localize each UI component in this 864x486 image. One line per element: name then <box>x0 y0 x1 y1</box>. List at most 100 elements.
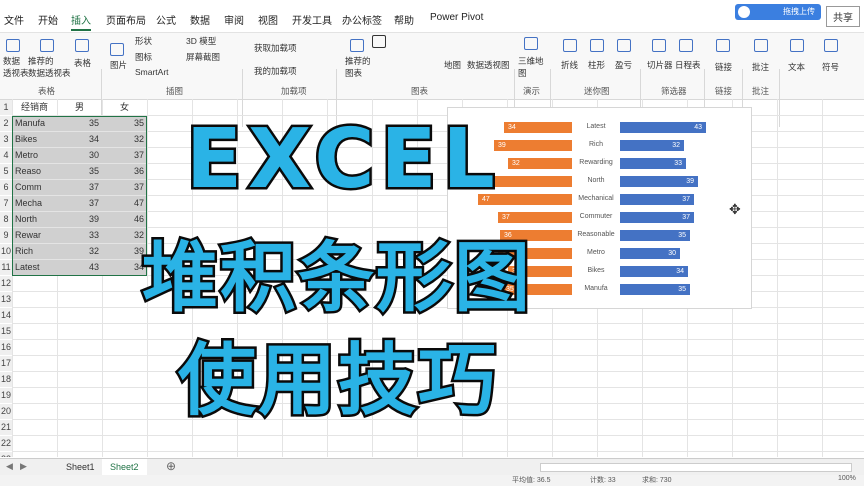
slicer-icon <box>652 39 666 52</box>
overlay-title-excel: EXCEL <box>184 110 501 210</box>
header-cell[interactable]: 女 <box>102 100 147 115</box>
ribbon-tab-3[interactable]: 页面布局 <box>106 12 146 27</box>
row-header[interactable]: 23 <box>0 452 12 457</box>
sparkline-line-icon <box>563 39 577 52</box>
recommended-chart-button[interactable]: 推荐的 图表 <box>345 55 371 79</box>
bar-right-series[interactable]: 37 <box>620 194 694 205</box>
group-label-charts: 图表 <box>411 86 429 96</box>
sheet-tab-1[interactable]: Sheet1 <box>58 459 103 475</box>
bar-right-series[interactable]: 35 <box>620 230 690 241</box>
slicer-button[interactable]: 切片器 <box>647 59 673 71</box>
row-header[interactable]: 6 <box>0 180 12 195</box>
map-chart-button[interactable]: 地图 <box>444 59 461 71</box>
my-addins-button[interactable]: 我的加载项 <box>254 65 297 77</box>
timeline-button[interactable]: 日程表 <box>675 59 701 71</box>
ribbon-tab-9[interactable]: 办公标签 <box>342 12 382 27</box>
get-addins-button[interactable]: 获取加载项 <box>254 42 297 54</box>
row-header[interactable]: 18 <box>0 372 12 387</box>
bar-right-series[interactable]: 30 <box>620 248 680 259</box>
smartart-button[interactable]: SmartArt <box>135 67 169 77</box>
recommended-chart-icon <box>350 39 364 52</box>
picture-icon <box>110 43 124 56</box>
row-header[interactable]: 21 <box>0 420 12 435</box>
row-header[interactable]: 17 <box>0 356 12 371</box>
ribbon-tab-6[interactable]: 审阅 <box>224 12 244 27</box>
group-label-tours: 演示 <box>523 86 541 96</box>
sparkline-line-button[interactable]: 折线 <box>561 59 578 71</box>
bar-left-series[interactable]: 32 <box>508 158 572 169</box>
ribbon-tab-8[interactable]: 开发工具 <box>292 12 332 27</box>
add-sheet-icon[interactable]: ⊕ <box>166 459 176 473</box>
row-header[interactable]: 15 <box>0 324 12 339</box>
row-header[interactable]: 8 <box>0 212 12 227</box>
picture-button[interactable]: 图片 <box>110 59 127 71</box>
row-header[interactable]: 12 <box>0 276 12 291</box>
row-header[interactable]: 3 <box>0 132 12 147</box>
bar-left-series[interactable]: 34 <box>504 122 572 133</box>
ribbon-tab-4[interactable]: 公式 <box>156 12 176 27</box>
screenshot-button[interactable]: 屏幕截图 <box>186 51 220 63</box>
table-button[interactable]: 表格 <box>74 57 91 69</box>
header-cell[interactable]: 经销商 <box>12 100 57 115</box>
sparkline-column-button[interactable]: 柱形 <box>588 59 605 71</box>
pivot-table-button[interactable]: 数据 透视表 <box>3 55 29 79</box>
ribbon-tab-10[interactable]: 帮助 <box>394 12 414 27</box>
status-sum: 求和: 730 <box>642 477 672 484</box>
sparkline-winloss-button[interactable]: 盈亏 <box>615 59 632 71</box>
bar-right-series[interactable]: 33 <box>620 158 686 169</box>
group-label-comments: 批注 <box>752 86 770 96</box>
share-button[interactable]: 共享 <box>826 6 860 27</box>
shape-button[interactable]: 形状 <box>135 35 152 47</box>
status-zoom[interactable]: 100% <box>838 475 856 482</box>
bar-left-series[interactable]: 39 <box>494 140 572 151</box>
row-header[interactable]: 22 <box>0 436 12 451</box>
ribbon-tab-11[interactable]: Power Pivot <box>430 12 483 23</box>
recommended-pivot-button[interactable]: 推荐的 数据透视表 <box>28 55 71 79</box>
ribbon-tab-7[interactable]: 视图 <box>258 12 278 27</box>
row-header[interactable]: 16 <box>0 340 12 355</box>
row-header[interactable]: 10 <box>0 244 12 259</box>
overlay-title-chart: 堆积条形图 <box>140 231 533 325</box>
3d-map-button[interactable]: 三维地 图 <box>518 55 544 79</box>
upload-button[interactable]: 拖拽上传 <box>735 4 821 20</box>
row-header[interactable]: 13 <box>0 292 12 307</box>
bar-chart-icon[interactable] <box>372 35 386 48</box>
category-label: Latest <box>586 123 606 130</box>
bar-right-series[interactable]: 34 <box>620 266 688 277</box>
row-header[interactable]: 11 <box>0 260 12 275</box>
row-header[interactable]: 1 <box>0 100 12 115</box>
bar-right-series[interactable]: 37 <box>620 212 694 223</box>
ribbon-tab-5[interactable]: 数据 <box>190 12 210 27</box>
scroll-right-icon[interactable]: ▶ <box>20 461 27 472</box>
link-button[interactable]: 链接 <box>715 61 732 73</box>
symbol-button[interactable]: 符号 <box>822 61 839 73</box>
bar-right-series[interactable]: 35 <box>620 284 690 295</box>
horizontal-scrollbar[interactable] <box>540 463 852 472</box>
row-header[interactable]: 4 <box>0 148 12 163</box>
row-header[interactable]: 2 <box>0 116 12 131</box>
status-bar: 平均值: 36.5 计数: 33 求和: 730 100% <box>0 475 864 486</box>
row-header[interactable]: 9 <box>0 228 12 243</box>
3d-model-button[interactable]: 3D 模型 <box>186 35 216 47</box>
bar-right-series[interactable]: 32 <box>620 140 684 151</box>
ribbon-tab-0[interactable]: 文件 <box>4 12 24 27</box>
bar-right-series[interactable]: 43 <box>620 122 706 133</box>
bar-right-series[interactable]: 39 <box>620 176 698 187</box>
row-header[interactable]: 14 <box>0 308 12 323</box>
comment-button[interactable]: 批注 <box>752 61 769 73</box>
category-label: Reasonable <box>577 231 615 238</box>
category-label: Mechanical <box>578 195 614 202</box>
sheet-tab-bar: ◀ ▶ Sheet1 Sheet2 ⊕ <box>0 458 864 477</box>
row-header[interactable]: 20 <box>0 404 12 419</box>
icon-button[interactable]: 图标 <box>135 51 152 63</box>
text-button[interactable]: 文本 <box>788 61 805 73</box>
row-header[interactable]: 19 <box>0 388 12 403</box>
row-header[interactable]: 7 <box>0 196 12 211</box>
header-cell[interactable]: 男 <box>57 100 102 115</box>
scroll-left-icon[interactable]: ◀ <box>6 461 13 472</box>
pivot-chart-button[interactable]: 数据透视图 <box>467 59 510 71</box>
ribbon-tab-2[interactable]: 插入 <box>71 12 91 31</box>
move-cursor-icon: ✥ <box>729 201 741 217</box>
ribbon-tab-1[interactable]: 开始 <box>38 12 58 27</box>
row-header[interactable]: 5 <box>0 164 12 179</box>
